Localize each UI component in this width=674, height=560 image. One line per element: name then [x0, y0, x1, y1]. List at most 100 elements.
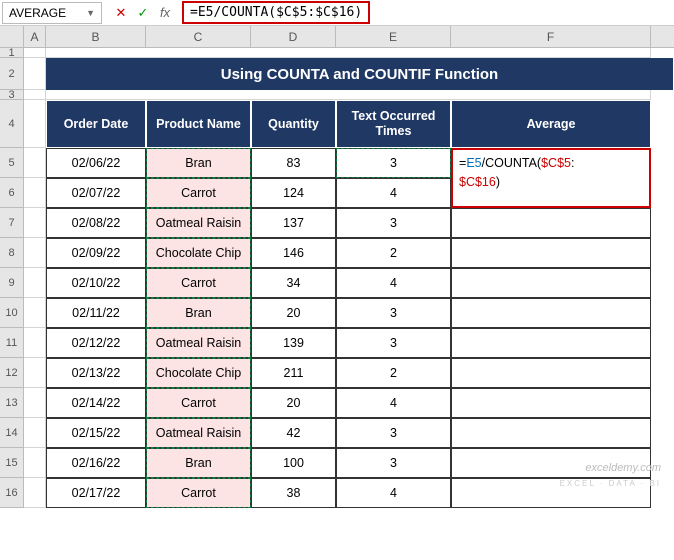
row-header[interactable]: 9 — [0, 268, 24, 298]
row-header[interactable]: 4 — [0, 100, 24, 148]
cell-product-name[interactable]: Carrot — [146, 268, 251, 298]
cells-area[interactable]: Using COUNTA and COUNTIF Function Order … — [24, 48, 673, 508]
cell-quantity[interactable]: 38 — [251, 478, 336, 508]
cell-quantity[interactable]: 211 — [251, 358, 336, 388]
row-header[interactable]: 15 — [0, 448, 24, 478]
cell[interactable] — [24, 178, 46, 208]
cell-text-occurred[interactable]: 3 — [336, 208, 451, 238]
cell[interactable] — [24, 328, 46, 358]
cell-order-date[interactable]: 02/17/22 — [46, 478, 146, 508]
cell[interactable] — [24, 358, 46, 388]
cell[interactable] — [24, 148, 46, 178]
header-average[interactable]: Average — [451, 100, 651, 148]
select-all-triangle[interactable] — [0, 26, 24, 47]
col-header-c[interactable]: C — [146, 26, 251, 47]
col-header-f[interactable]: F — [451, 26, 651, 47]
cell-text-occurred[interactable]: 3 — [336, 448, 451, 478]
cell-average[interactable] — [451, 268, 651, 298]
cell-product-name[interactable]: Oatmeal Raisin — [146, 328, 251, 358]
cell-quantity[interactable]: 146 — [251, 238, 336, 268]
cell-product-name[interactable]: Bran — [146, 448, 251, 478]
cell-average[interactable] — [451, 328, 651, 358]
cell-average[interactable] — [451, 208, 651, 238]
cell-quantity[interactable]: 34 — [251, 268, 336, 298]
cell-order-date[interactable]: 02/08/22 — [46, 208, 146, 238]
col-header-b[interactable]: B — [46, 26, 146, 47]
col-header-e[interactable]: E — [336, 26, 451, 47]
fx-icon[interactable]: fx — [156, 5, 174, 20]
header-product-name[interactable]: Product Name — [146, 100, 251, 148]
header-quantity[interactable]: Quantity — [251, 100, 336, 148]
cell-text-occurred[interactable]: 3 — [336, 328, 451, 358]
cell-quantity[interactable]: 20 — [251, 388, 336, 418]
cell-quantity[interactable]: 139 — [251, 328, 336, 358]
cell-average[interactable] — [451, 298, 651, 328]
col-header-a[interactable]: A — [24, 26, 46, 47]
row-header[interactable]: 6 — [0, 178, 24, 208]
cell-average[interactable] — [451, 388, 651, 418]
cell[interactable] — [24, 388, 46, 418]
cell-text-occurred[interactable]: 2 — [336, 238, 451, 268]
row-header[interactable]: 10 — [0, 298, 24, 328]
row-header[interactable]: 3 — [0, 90, 24, 100]
row-header[interactable]: 16 — [0, 478, 24, 508]
cell-text-occurred[interactable]: 3 — [336, 298, 451, 328]
cell-text-occurred[interactable]: 4 — [336, 178, 451, 208]
cell[interactable] — [24, 90, 46, 100]
cell-text-occurred[interactable]: 3 — [336, 148, 451, 178]
cell-text-occurred[interactable]: 4 — [336, 478, 451, 508]
cell-order-date[interactable]: 02/07/22 — [46, 178, 146, 208]
cell-product-name[interactable]: Chocolate Chip — [146, 238, 251, 268]
cell[interactable] — [24, 48, 46, 58]
cell-order-date[interactable]: 02/12/22 — [46, 328, 146, 358]
header-text-occurred[interactable]: Text Occurred Times — [336, 100, 451, 148]
cancel-icon[interactable]: ✕ — [112, 5, 130, 21]
cell-product-name[interactable]: Carrot — [146, 388, 251, 418]
cell[interactable] — [24, 208, 46, 238]
cell[interactable] — [24, 58, 46, 90]
cell-order-date[interactable]: 02/15/22 — [46, 418, 146, 448]
row-header[interactable]: 11 — [0, 328, 24, 358]
cell[interactable] — [24, 268, 46, 298]
row-header[interactable]: 13 — [0, 388, 24, 418]
cell-product-name[interactable]: Oatmeal Raisin — [146, 208, 251, 238]
cell-text-occurred[interactable]: 4 — [336, 388, 451, 418]
cell-quantity[interactable]: 100 — [251, 448, 336, 478]
cell-average[interactable] — [451, 238, 651, 268]
chevron-down-icon[interactable]: ▼ — [86, 8, 95, 18]
cell[interactable] — [24, 418, 46, 448]
cell-average[interactable] — [451, 358, 651, 388]
cell[interactable] — [46, 90, 651, 100]
header-order-date[interactable]: Order Date — [46, 100, 146, 148]
cell-quantity[interactable]: 83 — [251, 148, 336, 178]
cell-product-name[interactable]: Carrot — [146, 178, 251, 208]
cell-text-occurred[interactable]: 3 — [336, 418, 451, 448]
row-header[interactable]: 7 — [0, 208, 24, 238]
cell-f5-editing[interactable]: =E5/COUNTA($C$5:$C$16) — [451, 148, 651, 208]
cell-quantity[interactable]: 42 — [251, 418, 336, 448]
row-header[interactable]: 5 — [0, 148, 24, 178]
cell-order-date[interactable]: 02/13/22 — [46, 358, 146, 388]
cell[interactable] — [24, 478, 46, 508]
cell[interactable] — [24, 448, 46, 478]
cell-quantity[interactable]: 124 — [251, 178, 336, 208]
title-cell[interactable]: Using COUNTA and COUNTIF Function — [46, 58, 673, 90]
cell-order-date[interactable]: 02/06/22 — [46, 148, 146, 178]
cell-order-date[interactable]: 02/10/22 — [46, 268, 146, 298]
row-header[interactable]: 14 — [0, 418, 24, 448]
cell-product-name[interactable]: Oatmeal Raisin — [146, 418, 251, 448]
row-header[interactable]: 2 — [0, 58, 24, 90]
col-header-d[interactable]: D — [251, 26, 336, 47]
cell-product-name[interactable]: Bran — [146, 298, 251, 328]
cell-text-occurred[interactable]: 2 — [336, 358, 451, 388]
row-header[interactable]: 8 — [0, 238, 24, 268]
cell-text-occurred[interactable]: 4 — [336, 268, 451, 298]
cell-order-date[interactable]: 02/09/22 — [46, 238, 146, 268]
cell-order-date[interactable]: 02/14/22 — [46, 388, 146, 418]
cell-quantity[interactable]: 20 — [251, 298, 336, 328]
cell-order-date[interactable]: 02/16/22 — [46, 448, 146, 478]
formula-bar[interactable]: =E5/COUNTA($C$5:$C$16) — [182, 1, 370, 24]
cell-product-name[interactable]: Chocolate Chip — [146, 358, 251, 388]
row-header[interactable]: 12 — [0, 358, 24, 388]
cell[interactable] — [24, 238, 46, 268]
